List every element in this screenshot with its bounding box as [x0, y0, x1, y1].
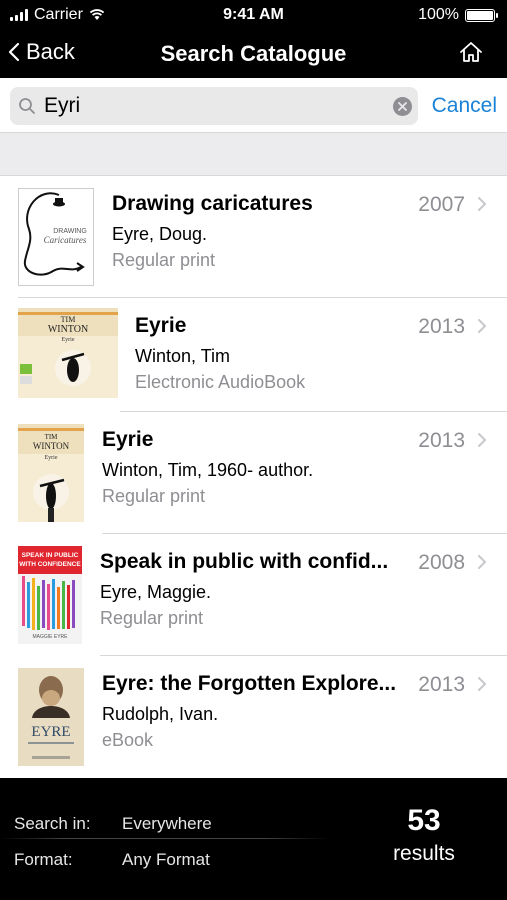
- svg-text:EYRE: EYRE: [31, 724, 70, 740]
- result-author: Eyre, Maggie.: [100, 582, 212, 602]
- result-title: Eyrie: [102, 428, 154, 451]
- status-right: 100%: [418, 6, 498, 24]
- search-icon: [19, 98, 35, 114]
- result-count-label: results: [393, 842, 455, 865]
- book-cover: SPEAK IN PUBLIC WITH CONFIDENCE MAGGIE E…: [18, 546, 82, 644]
- clear-search-button[interactable]: [393, 97, 412, 116]
- search-in-filter[interactable]: Search in: Everywhere: [14, 814, 212, 834]
- search-in-label: Search in:: [14, 814, 91, 833]
- svg-text:WINTON: WINTON: [48, 324, 88, 335]
- chevron-right-icon: [478, 677, 486, 691]
- result-year: 2013: [418, 429, 465, 452]
- svg-text:Eyrie: Eyrie: [62, 337, 75, 343]
- result-count: 53 results: [379, 804, 469, 866]
- result-author: Eyre, Doug.: [112, 224, 208, 244]
- chevron-left-icon: [8, 42, 20, 62]
- page-title: Search Catalogue: [160, 41, 347, 66]
- svg-text:MAGGIE EYRE: MAGGIE EYRE: [32, 634, 68, 640]
- svg-text:Eyrie: Eyrie: [45, 455, 58, 461]
- back-label: Back: [26, 39, 75, 64]
- result-format: Regular print: [112, 250, 216, 270]
- filter-divider: [0, 838, 330, 839]
- svg-text:TIM: TIM: [45, 433, 59, 441]
- chevron-right-icon: [478, 433, 486, 447]
- search-field[interactable]: [10, 87, 418, 125]
- results-header-band: [0, 133, 507, 176]
- search-in-value: Everywhere: [122, 814, 212, 833]
- svg-text:DRAWING: DRAWING: [53, 228, 87, 235]
- battery-percent: 100%: [418, 6, 459, 23]
- result-year: 2007: [418, 193, 465, 216]
- svg-text:TIM: TIM: [61, 315, 76, 324]
- back-button[interactable]: Back: [8, 39, 75, 65]
- results-list: DRAWING Caricatures Drawing caricatures …: [0, 176, 507, 778]
- format-value: Any Format: [122, 850, 210, 869]
- svg-text:SPEAK IN PUBLIC: SPEAK IN PUBLIC: [22, 552, 79, 559]
- result-title: Eyrie: [135, 314, 187, 337]
- result-title: Speak in public with confid...: [100, 550, 389, 573]
- result-author: Rudolph, Ivan.: [102, 704, 219, 724]
- svg-text:WINTON: WINTON: [33, 441, 70, 451]
- chevron-right-icon: [478, 555, 486, 569]
- book-cover: DRAWING Caricatures: [18, 188, 94, 286]
- result-row[interactable]: EYRE Eyre: the Forgotten Explore... Rudo…: [0, 656, 507, 778]
- home-button[interactable]: [459, 41, 483, 68]
- result-row[interactable]: TIM WINTON Eyrie Eyrie Winton, Tim, 1960…: [0, 412, 507, 534]
- result-year: 2008: [418, 551, 465, 574]
- format-label: Format:: [14, 850, 73, 869]
- book-cover: EYRE: [18, 668, 84, 766]
- search-bar: Cancel: [0, 78, 507, 133]
- result-row[interactable]: DRAWING Caricatures Drawing caricatures …: [0, 176, 507, 298]
- result-row[interactable]: SPEAK IN PUBLIC WITH CONFIDENCE MAGGIE E…: [0, 534, 507, 656]
- result-author: Winton, Tim: [135, 346, 231, 366]
- battery-icon: [465, 8, 498, 22]
- result-row[interactable]: TIM WINTON Eyrie Eyrie Winton, Tim Elect…: [0, 298, 507, 412]
- result-title: Drawing caricatures: [112, 192, 313, 215]
- result-year: 2013: [418, 315, 465, 338]
- book-cover: TIM WINTON Eyrie: [18, 308, 118, 398]
- navigation-bar: Back Search Catalogue: [0, 30, 507, 78]
- chevron-right-icon: [478, 319, 486, 333]
- home-icon: [460, 42, 482, 62]
- filter-footer: Search in: Everywhere Format: Any Format…: [0, 778, 507, 900]
- svg-text:WITH CONFIDENCE: WITH CONFIDENCE: [19, 561, 81, 568]
- result-year: 2013: [418, 673, 465, 696]
- svg-text:Caricatures: Caricatures: [44, 235, 87, 245]
- result-count-number: 53: [407, 804, 441, 837]
- format-filter[interactable]: Format: Any Format: [14, 850, 210, 870]
- status-bar: Carrier 9:41 AM 100%: [0, 0, 507, 30]
- result-format: Regular print: [100, 608, 204, 628]
- result-title: Eyre: the Forgotten Explore...: [102, 672, 397, 695]
- search-input[interactable]: [44, 92, 384, 120]
- close-icon: [398, 102, 407, 111]
- result-format: Regular print: [102, 486, 206, 506]
- result-author: Winton, Tim, 1960- author.: [102, 460, 314, 480]
- cancel-button[interactable]: Cancel: [432, 94, 497, 118]
- book-cover: TIM WINTON Eyrie: [18, 424, 84, 522]
- chevron-right-icon: [478, 197, 486, 211]
- result-format: Electronic AudioBook: [135, 372, 306, 392]
- result-format: eBook: [102, 730, 154, 750]
